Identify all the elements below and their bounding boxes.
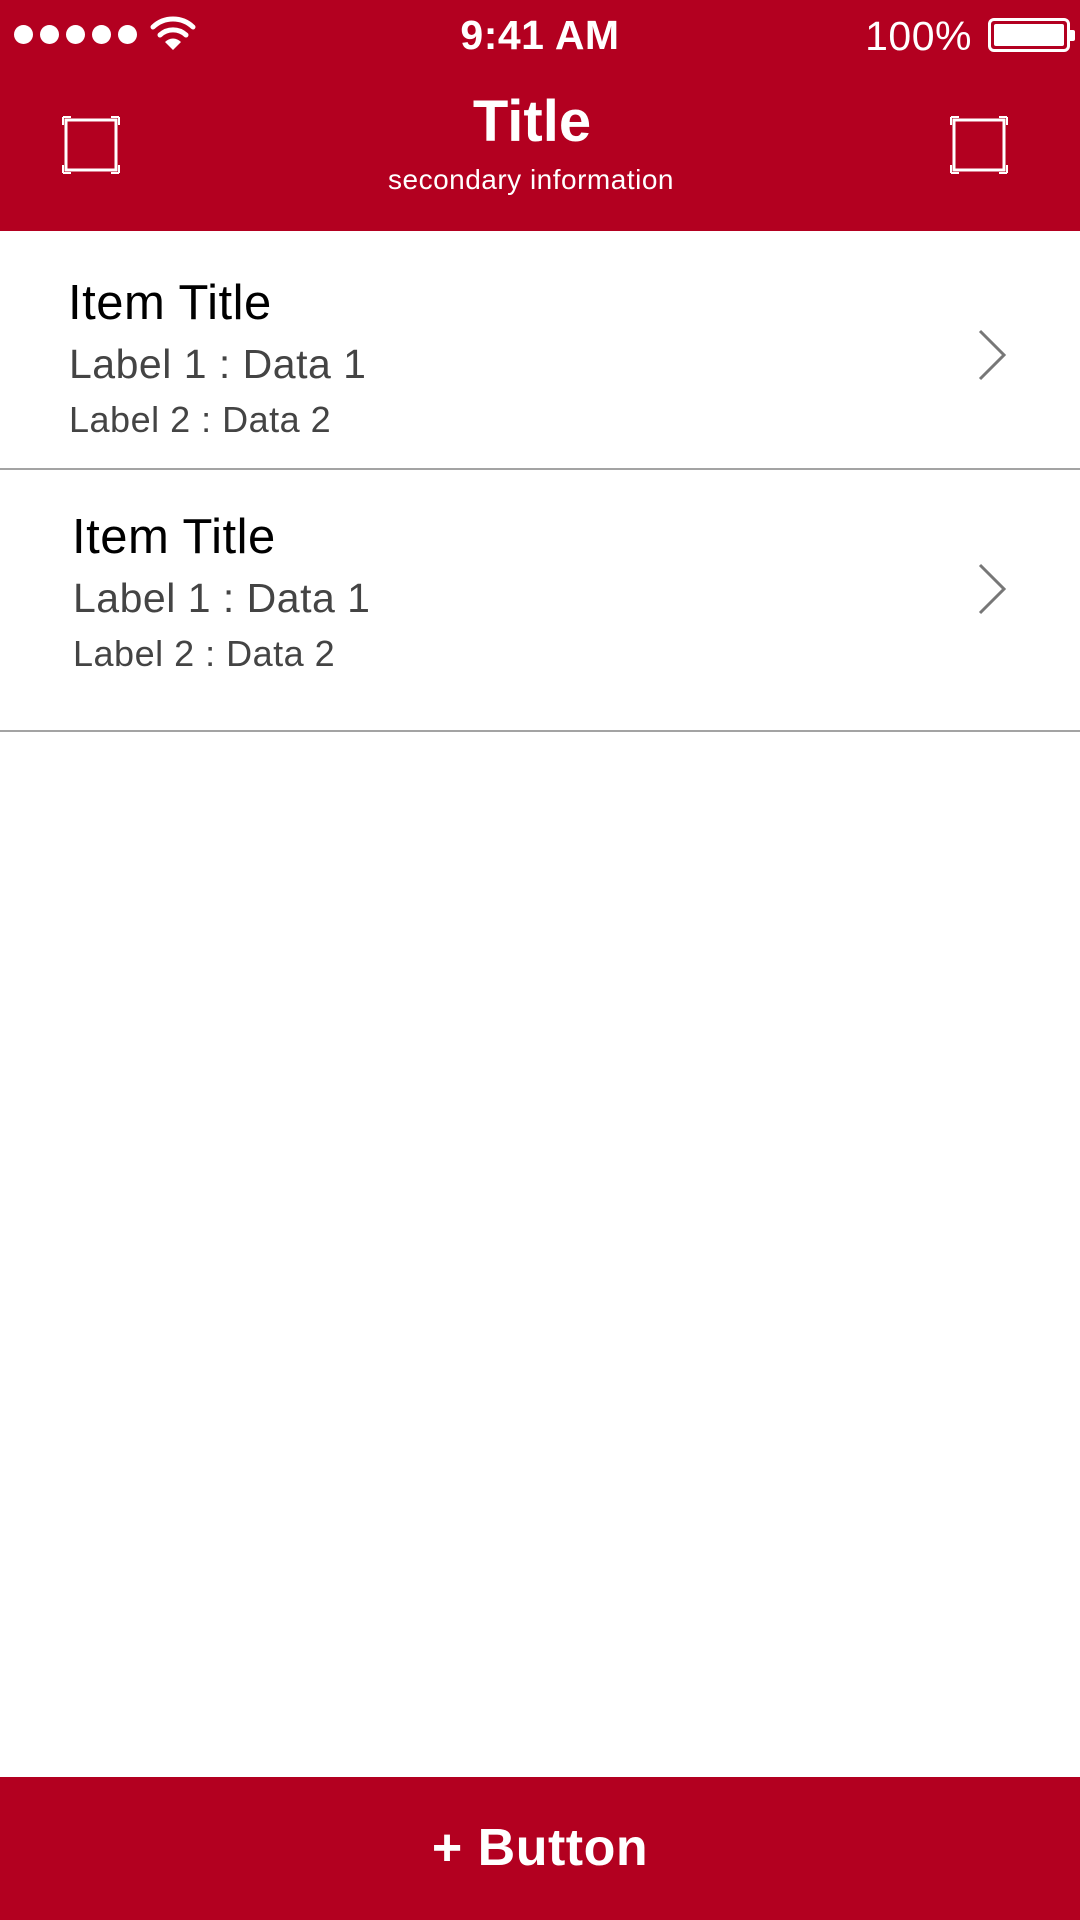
nav-bar: Title secondary information [0,70,1080,231]
item-label-2: Label 2 : Data 2 [69,399,332,440]
battery-fill [994,24,1064,46]
item-list: Item Title Label 1 : Data 1 Label 2 : Da… [0,231,1080,732]
square-frame-icon [950,116,1008,174]
status-bar: 9:41 AM 100% [0,0,1080,70]
battery-nub [1070,30,1075,41]
battery-icon [988,18,1075,52]
nav-right-button[interactable] [950,116,1008,174]
item-title: Item Title [72,510,276,564]
list-item[interactable]: Item Title Label 1 : Data 1 Label 2 : Da… [0,470,1080,732]
item-label-1: Label 1 : Data 1 [69,341,367,387]
battery-percent: 100% [865,13,972,59]
chevron-right-icon [978,563,1007,615]
page-subtitle: secondary information [388,164,674,195]
item-title: Item Title [68,276,272,330]
add-button[interactable]: + Button [0,1777,1080,1920]
page-title: Title [472,89,592,154]
app-screen: 9:41 AM 100% Title secondary information [0,0,1080,1920]
chevron-right-icon [978,329,1007,381]
item-label-2: Label 2 : Data 2 [73,633,336,674]
list-item[interactable]: Item Title Label 1 : Data 1 Label 2 : Da… [0,231,1080,470]
header: 9:41 AM 100% Title secondary information [0,0,1080,231]
item-label-1: Label 1 : Data 1 [73,575,371,621]
